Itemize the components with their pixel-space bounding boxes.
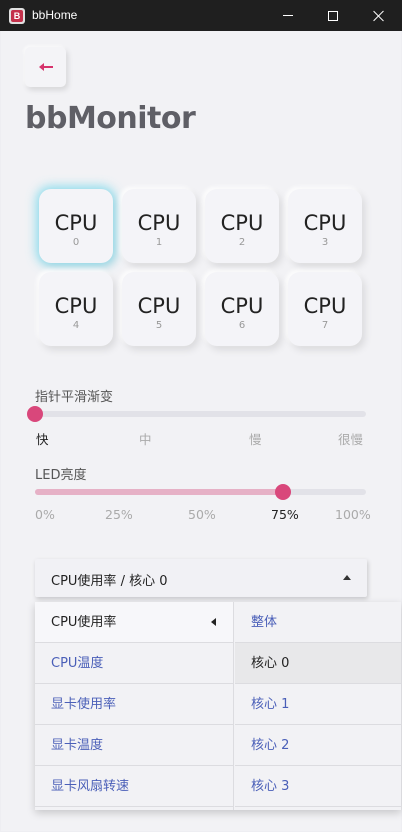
menu-item-label: 核心 2	[251, 738, 290, 753]
brightness-slider-fill	[35, 489, 284, 495]
main-content: bbMonitor CPU 0 CPU 1 CPU 2 CPU 3 CPU 4 …	[1, 31, 401, 831]
cpu-index: 7	[321, 320, 329, 331]
menu-item-label: 核心 3	[251, 779, 290, 794]
brightness-option-75[interactable]: 75%	[271, 507, 299, 522]
menu-item-core-1[interactable]: 核心 1	[235, 684, 401, 725]
cpu-label: CPU	[303, 294, 347, 318]
window-title: bbHome	[32, 8, 78, 22]
cpu-index: 2	[238, 237, 246, 248]
smoothing-slider[interactable]	[27, 406, 366, 422]
maximize-icon	[328, 10, 338, 21]
brightness-option-50[interactable]: 50%	[188, 507, 216, 522]
menu-item-core-2[interactable]: 核心 2	[235, 725, 401, 766]
menu-item-gpu-fan[interactable]: 显卡风扇转速	[35, 766, 233, 807]
smoothing-slider-thumb[interactable]	[27, 406, 43, 422]
app-logo-letter: B	[11, 10, 23, 22]
cpu-tile-3[interactable]: CPU 3	[288, 189, 362, 263]
cpu-index: 4	[72, 320, 80, 331]
menu-item-core-0[interactable]: 核心 0	[235, 643, 401, 684]
caret-up-icon	[343, 575, 351, 580]
cpu-index: 3	[321, 237, 329, 248]
window-titlebar: B bbHome	[0, 0, 402, 31]
cpu-index: 1	[155, 237, 163, 248]
cpu-index: 0	[72, 237, 80, 248]
menu-item-overall[interactable]: 整体	[235, 602, 401, 643]
smoothing-option-fast[interactable]: 快	[36, 429, 49, 448]
menu-item-core-3[interactable]: 核心 3	[235, 766, 401, 807]
menu-item-cpu-usage[interactable]: CPU使用率	[35, 602, 233, 643]
menu-item-label: CPU温度	[51, 656, 104, 671]
metric-dropdown[interactable]: CPU使用率 / 核心 0	[35, 559, 367, 597]
brightness-slider[interactable]	[35, 484, 366, 500]
cpu-tile-1[interactable]: CPU 1	[122, 189, 196, 263]
cpu-label: CPU	[54, 211, 98, 235]
dropdown-value: CPU使用率 / 核心 0	[51, 574, 168, 589]
menu-item-label: 显卡温度	[51, 738, 104, 753]
cpu-tile-4[interactable]: CPU 4	[39, 272, 113, 346]
arrow-left-icon	[38, 62, 53, 72]
menu-item-label: CPU使用率	[51, 615, 117, 630]
back-button[interactable]	[25, 47, 66, 87]
menu-item-gpu-usage[interactable]: 显卡使用率	[35, 684, 233, 725]
menu-item-label: 显卡风扇转速	[51, 779, 130, 794]
minimize-button[interactable]	[265, 0, 311, 31]
dropdown-menu: CPU使用率 CPU温度 显卡使用率 显卡温度 显卡风扇转速 整体 核心 0 核…	[35, 602, 401, 810]
cpu-tile-7[interactable]: CPU 7	[288, 272, 362, 346]
cpu-index: 5	[155, 320, 163, 331]
cpu-label: CPU	[303, 211, 347, 235]
close-icon	[373, 10, 385, 22]
smoothing-option-medium[interactable]: 中	[139, 429, 152, 448]
cpu-label: CPU	[220, 294, 264, 318]
cpu-label: CPU	[137, 211, 181, 235]
smoothing-label: 指针平滑渐变	[35, 390, 114, 405]
category-list: CPU使用率 CPU温度 显卡使用率 显卡温度 显卡风扇转速	[35, 602, 234, 810]
cpu-tile-6[interactable]: CPU 6	[205, 272, 279, 346]
menu-item-label: 核心 0	[251, 656, 290, 671]
menu-item-label: 核心 1	[251, 697, 290, 712]
cpu-label: CPU	[137, 294, 181, 318]
menu-item-cpu-temp[interactable]: CPU温度	[35, 643, 233, 684]
minimize-icon	[283, 15, 293, 16]
close-button[interactable]	[356, 0, 402, 31]
caret-left-icon	[211, 618, 216, 626]
cpu-tile-0[interactable]: CPU 0	[39, 189, 113, 263]
brightness-option-25[interactable]: 25%	[105, 507, 133, 522]
cpu-label: CPU	[220, 211, 264, 235]
brightness-slider-thumb[interactable]	[275, 484, 292, 500]
smoothing-option-slow[interactable]: 慢	[249, 429, 262, 448]
brightness-option-100[interactable]: 100%	[335, 507, 371, 522]
menu-item-label: 整体	[251, 615, 278, 630]
maximize-button[interactable]	[310, 0, 356, 31]
cpu-tile-2[interactable]: CPU 2	[205, 189, 279, 263]
menu-item-label: 显卡使用率	[51, 697, 117, 712]
cpu-index: 6	[238, 320, 246, 331]
sub-option-list: 整体 核心 0 核心 1 核心 2 核心 3	[235, 602, 401, 810]
brightness-option-0[interactable]: 0%	[35, 507, 55, 522]
brightness-label: LED亮度	[35, 468, 87, 483]
cpu-label: CPU	[54, 294, 98, 318]
page-title: bbMonitor	[25, 101, 196, 136]
cpu-tile-5[interactable]: CPU 5	[122, 272, 196, 346]
menu-item-gpu-temp[interactable]: 显卡温度	[35, 725, 233, 766]
smoothing-option-very-slow[interactable]: 很慢	[338, 429, 363, 448]
app-logo-icon: B	[9, 8, 25, 24]
